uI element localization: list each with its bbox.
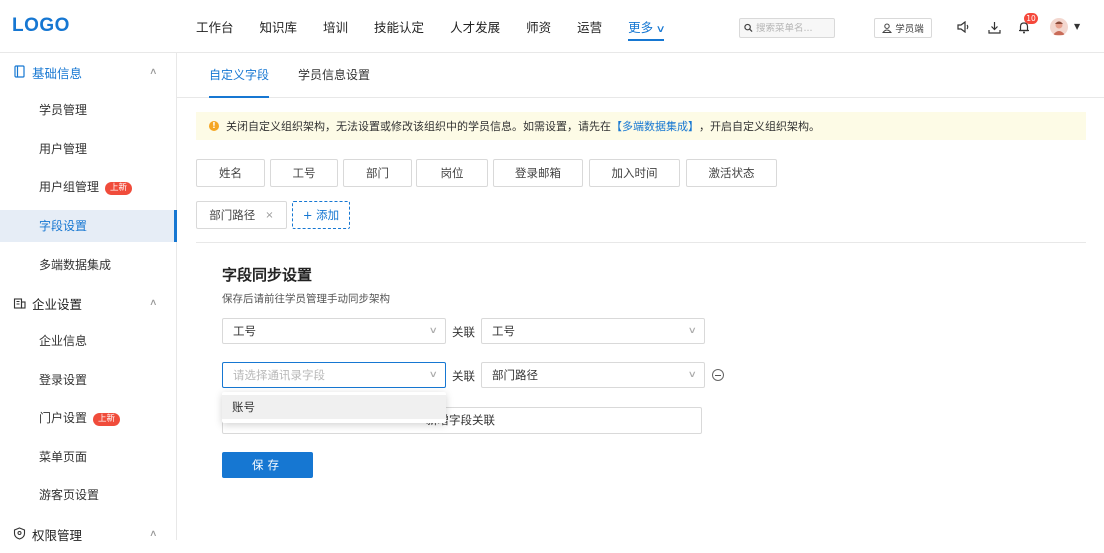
avatar[interactable] <box>1050 18 1068 36</box>
field-chip-employee-id[interactable]: 工号 <box>270 159 338 187</box>
nav-workbench[interactable]: 工作台 <box>196 0 234 53</box>
close-icon[interactable]: × <box>265 210 273 221</box>
add-field-button[interactable]: + 添加 <box>292 201 350 229</box>
dropdown-option-account[interactable]: 账号 <box>222 395 446 419</box>
tab-student-info-settings[interactable]: 学员信息设置 <box>298 53 370 98</box>
building-icon <box>13 298 26 309</box>
sidebar-group-label: 企业设置 <box>32 296 83 312</box>
main-nav: 工作台 知识库 培训 技能认定 人才发展 师资 运营 更多 ∨ <box>196 0 690 53</box>
contact-field-dropdown: 账号 <box>222 392 446 423</box>
sidebar-item-guest-page[interactable]: 游客页设置 <box>0 479 176 511</box>
sidebar-item-data-integration[interactable]: 多端数据集成 <box>0 249 176 281</box>
search-input[interactable] <box>756 22 834 34</box>
sync-settings-subtitle: 保存后请前往学员管理手动同步架构 <box>222 293 390 305</box>
nav-more[interactable]: 更多 ∨ <box>628 0 666 53</box>
nav-more-label: 更多 <box>628 20 654 35</box>
relate-label: 关联 <box>452 369 475 383</box>
sidebar: 基础信息 ∧ 学员管理 用户管理 用户组管理 上新 字段设置 多端数据集成 企业设… <box>0 53 177 543</box>
field-chip-name[interactable]: 姓名 <box>196 159 265 187</box>
tab-custom-fields[interactable]: 自定义字段 <box>209 53 270 98</box>
field-chip-department[interactable]: 部门 <box>343 159 412 187</box>
sidebar-item-label: 门户设置 <box>39 411 88 425</box>
search-icon <box>744 23 753 33</box>
select-value: 工号 <box>492 324 515 338</box>
notice-text-before: 关闭自定义组织架构，无法设置或修改该组织中的学员信息。如需设置，请先在 <box>226 120 611 133</box>
notice-text-after: ，开启自定义组织架构。 <box>699 120 820 133</box>
sidebar-item-enterprise-info[interactable]: 企业信息 <box>0 325 176 357</box>
nav-operations[interactable]: 运营 <box>577 0 602 53</box>
speaker-icon[interactable] <box>955 19 971 35</box>
chevron-down-icon: ∨ <box>429 370 439 380</box>
contact-field-select-1[interactable]: 工号 ∨ <box>222 318 446 344</box>
chevron-down-icon: ∨ <box>688 326 698 336</box>
avatar-caret-icon[interactable]: ▼ <box>1074 22 1080 31</box>
menu-search <box>739 18 835 38</box>
chevron-up-icon: ∧ <box>149 298 158 308</box>
chevron-up-icon: ∧ <box>149 529 158 539</box>
data-integration-link[interactable]: 【多端数据集成】 <box>611 118 699 134</box>
field-chip-label: 部门路径 <box>209 208 256 222</box>
sidebar-item-label: 用户组管理 <box>39 180 100 194</box>
new-badge: 上新 <box>93 413 121 426</box>
sidebar-group-label: 权限管理 <box>32 527 83 543</box>
sidebar-item-menu-pages[interactable]: 菜单页面 <box>0 441 176 473</box>
book-icon <box>14 65 25 78</box>
field-chip-activation-status[interactable]: 激活状态 <box>686 159 777 187</box>
download-icon[interactable] <box>986 19 1002 35</box>
field-chip-join-time[interactable]: 加入时间 <box>589 159 680 187</box>
sidebar-item-student-mgmt[interactable]: 学员管理 <box>0 94 176 126</box>
field-chip-position[interactable]: 岗位 <box>416 159 488 187</box>
sidebar-item-login-settings[interactable]: 登录设置 <box>0 364 176 396</box>
nav-talent[interactable]: 人才发展 <box>450 0 500 53</box>
sidebar-group-basic-info[interactable]: 基础信息 ∧ <box>0 53 176 91</box>
shield-icon <box>13 527 26 540</box>
select-value: 工号 <box>233 324 256 338</box>
select-placeholder: 请选择通讯录字段 <box>233 368 325 382</box>
student-field-select-1[interactable]: 工号 ∨ <box>481 318 705 344</box>
field-chip-department-path[interactable]: 部门路径 × <box>196 201 287 229</box>
user-icon <box>882 23 893 33</box>
chevron-down-icon: ∨ <box>655 24 666 35</box>
sidebar-item-user-group[interactable]: 用户组管理 上新 <box>0 171 176 203</box>
student-portal-button[interactable]: 学员端 <box>874 18 932 38</box>
divider <box>196 242 1086 243</box>
nav-skill-cert[interactable]: 技能认定 <box>374 0 424 53</box>
sidebar-item-user-mgmt[interactable]: 用户管理 <box>0 133 176 165</box>
notification-badge: 10 <box>1024 13 1038 24</box>
warning-notice: ! 关闭自定义组织架构，无法设置或修改该组织中的学员信息。如需设置，请先在 【多… <box>196 112 1086 140</box>
student-portal-label: 学员端 <box>895 24 924 35</box>
select-value: 部门路径 <box>492 368 538 382</box>
content-tabs: 自定义字段 学员信息设置 <box>177 53 1104 98</box>
sidebar-item-portal-settings[interactable]: 门户设置 上新 <box>0 402 176 434</box>
save-button[interactable]: 保存 <box>222 452 313 478</box>
nav-knowledge[interactable]: 知识库 <box>260 0 298 53</box>
sidebar-group-enterprise[interactable]: 企业设置 ∧ <box>0 284 176 322</box>
chevron-down-icon: ∨ <box>429 326 439 336</box>
top-bar: LOGO 工作台 知识库 培训 技能认定 人才发展 师资 运营 更多∨ 学员端 … <box>0 0 1104 53</box>
chevron-down-icon: ∨ <box>688 370 698 380</box>
sidebar-group-label: 基础信息 <box>32 65 83 81</box>
warning-icon: ! <box>209 121 219 131</box>
chevron-up-icon: ∧ <box>149 67 158 77</box>
student-field-select-2[interactable]: 部门路径 ∨ <box>481 362 705 388</box>
logo[interactable]: LOGO <box>12 15 70 37</box>
nav-teachers[interactable]: 师资 <box>526 0 551 53</box>
sidebar-group-permissions[interactable]: 权限管理 ∧ <box>0 515 176 553</box>
remove-relation-icon[interactable] <box>712 369 724 381</box>
contact-field-select-2[interactable]: 请选择通讯录字段 ∨ <box>222 362 446 388</box>
relate-label: 关联 <box>452 325 475 339</box>
sync-settings-title: 字段同步设置 <box>222 266 313 284</box>
field-chip-login-email[interactable]: 登录邮箱 <box>493 159 583 187</box>
sidebar-item-field-settings[interactable]: 字段设置 <box>0 210 177 242</box>
new-badge: 上新 <box>105 182 133 195</box>
nav-training[interactable]: 培训 <box>323 0 348 53</box>
